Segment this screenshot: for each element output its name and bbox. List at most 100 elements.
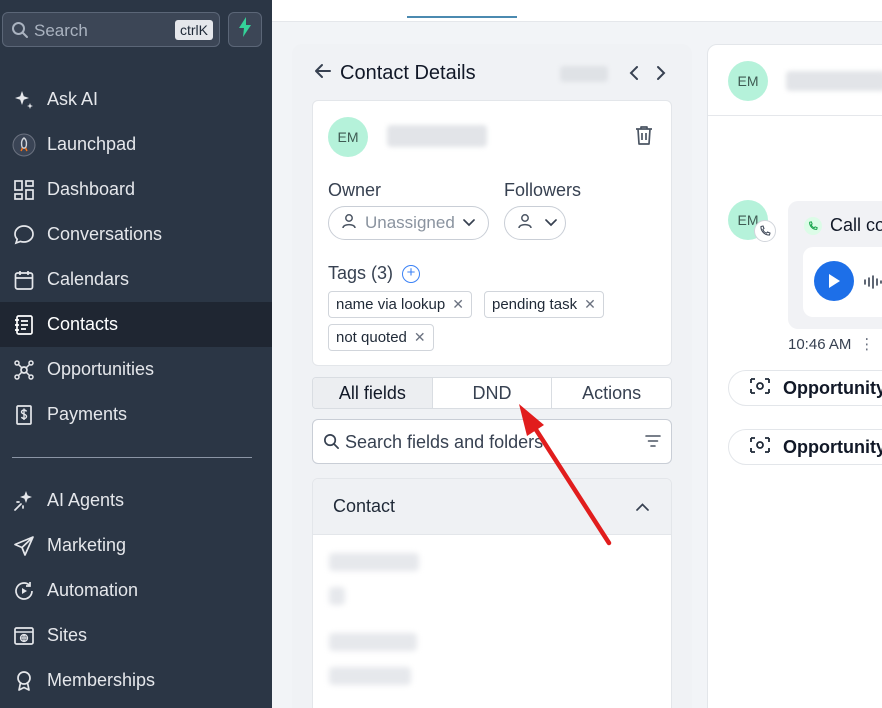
redacted-field-label: [329, 553, 419, 571]
redacted-contact-name: [786, 71, 882, 91]
opportunity-pill[interactable]: Opportunity: [728, 370, 882, 406]
top-bar: [272, 0, 882, 22]
tag-label: name via lookup: [336, 296, 446, 313]
tag-label: not quoted: [336, 329, 407, 346]
chevron-down-icon: [462, 214, 475, 232]
message-time: 10:46 AM: [788, 335, 852, 353]
user-icon: [341, 213, 357, 234]
avatar: EM: [728, 61, 768, 101]
add-tag-icon[interactable]: +: [402, 264, 421, 283]
sidebar-item-memberships[interactable]: Memberships: [0, 658, 272, 703]
opportunities-icon: [749, 436, 771, 459]
sidebar-item-conversations[interactable]: Conversations: [0, 212, 272, 257]
chevron-left-icon[interactable]: [623, 62, 645, 84]
owner-value: Unassigned: [365, 213, 455, 232]
followers-dropdown[interactable]: [504, 206, 566, 240]
redacted-record-id: [560, 66, 608, 82]
audio-player: [803, 247, 882, 317]
calendar-icon: [12, 268, 36, 292]
tab-actions[interactable]: Actions: [552, 378, 671, 408]
trash-icon[interactable]: [635, 125, 653, 150]
sidebar-item-opportunities[interactable]: Opportunities: [0, 347, 272, 392]
owner-dropdown[interactable]: Unassigned: [328, 206, 489, 240]
opportunities-icon: [12, 358, 36, 382]
sidebar-item-label: Conversations: [47, 224, 163, 244]
contact-book-icon: [12, 313, 36, 337]
followers-label: Followers: [504, 180, 582, 200]
section-header[interactable]: Contact: [313, 479, 671, 535]
quick-action-button[interactable]: [228, 12, 262, 47]
tag-chip: name via lookup ✕: [328, 291, 472, 318]
call-message-bubble: Call co: [788, 201, 882, 329]
sidebar-item-label: AI Agents: [47, 490, 125, 510]
sidebar-search[interactable]: Search ctrlK: [2, 12, 220, 47]
sidebar-item-label: Contacts: [47, 314, 119, 334]
sites-icon: [12, 624, 36, 648]
chevron-up-icon[interactable]: [636, 498, 649, 516]
conversation-panel: EM EM Call co 10:46 AM ⋮ Opportunity Opp…: [707, 44, 882, 708]
ai-agents-icon: [12, 489, 36, 513]
sidebar-item-label: Sites: [47, 625, 88, 645]
sidebar-item-contacts[interactable]: Contacts: [0, 302, 272, 347]
filter-lines-icon[interactable]: [645, 434, 661, 453]
contact-card: EM Owner Unassigned Followers Tags (3) +…: [312, 100, 672, 366]
sidebar-item-payments[interactable]: Payments: [0, 392, 272, 437]
active-tab-indicator: [407, 16, 517, 18]
back-arrow-icon[interactable]: [314, 62, 332, 85]
contact-section: Contact: [312, 478, 672, 708]
close-icon[interactable]: ✕: [584, 296, 596, 313]
opportunity-label: Opportunity: [783, 436, 882, 457]
sidebar-item-label: Ask AI: [47, 89, 99, 109]
field-search-placeholder: Search fields and folders: [345, 432, 544, 452]
sidebar-item-launchpad[interactable]: Launchpad: [0, 122, 272, 167]
tab-all-fields[interactable]: All fields: [313, 378, 433, 408]
opportunity-label: Opportunity: [783, 377, 882, 398]
field-tabs: All fields DND Actions: [312, 377, 672, 409]
call-icon: [804, 216, 822, 235]
redacted-field-label: [329, 633, 417, 651]
search-icon: [11, 21, 29, 44]
automation-icon: [12, 579, 36, 603]
sidebar-item-sites[interactable]: Sites: [0, 613, 272, 658]
more-vertical-icon[interactable]: ⋮: [859, 335, 874, 353]
lightning-bolt-icon: [238, 17, 252, 42]
sidebar-item-marketing[interactable]: Marketing: [0, 523, 272, 568]
redacted-contact-name: [387, 125, 487, 147]
sidebar-item-ask-ai[interactable]: Ask AI: [0, 77, 272, 122]
close-icon[interactable]: ✕: [414, 329, 426, 346]
page-title: Contact Details: [340, 62, 476, 84]
call-label: Call co: [830, 215, 882, 235]
section-title: Contact: [333, 496, 396, 516]
play-button[interactable]: [814, 261, 854, 301]
chevron-right-icon[interactable]: [650, 62, 672, 84]
chevron-down-icon: [545, 214, 557, 232]
sidebar-item-dashboard[interactable]: Dashboard: [0, 167, 272, 212]
close-icon[interactable]: ✕: [452, 296, 464, 313]
sidebar-item-ai-agents[interactable]: AI Agents: [0, 478, 272, 523]
sidebar-item-label: Calendars: [47, 269, 130, 289]
tag-chip: pending task ✕: [484, 291, 604, 318]
chat-bubble-icon: [12, 223, 36, 247]
sidebar-item-label: Automation: [47, 580, 139, 600]
redacted-field-value: [329, 667, 411, 685]
redacted-field-value: [329, 587, 345, 605]
sidebar-item-calendars[interactable]: Calendars: [0, 257, 272, 302]
sidebar: Search ctrlK Ask AI Launchpad Dashboard Con…: [0, 0, 272, 708]
field-search-input[interactable]: Search fields and folders: [312, 419, 672, 464]
waveform-icon: [863, 275, 882, 294]
sidebar-item-label: Memberships: [47, 670, 156, 690]
tags-label: Tags (3): [328, 263, 394, 283]
shortcut-badge: ctrlK: [175, 20, 213, 40]
avatar: EM: [328, 117, 368, 157]
tag-chip: not quoted ✕: [328, 324, 434, 351]
sidebar-item-label: Opportunities: [47, 359, 155, 379]
send-icon: [12, 534, 36, 558]
opportunity-pill[interactable]: Opportunity: [728, 429, 882, 465]
conversation-header: EM: [708, 45, 882, 116]
tab-dnd[interactable]: DND: [433, 378, 553, 408]
user-icon: [517, 213, 533, 234]
rocket-icon: [12, 133, 36, 157]
tag-label: pending task: [492, 296, 578, 313]
sidebar-item-automation[interactable]: Automation: [0, 568, 272, 613]
opportunities-icon: [749, 377, 771, 400]
